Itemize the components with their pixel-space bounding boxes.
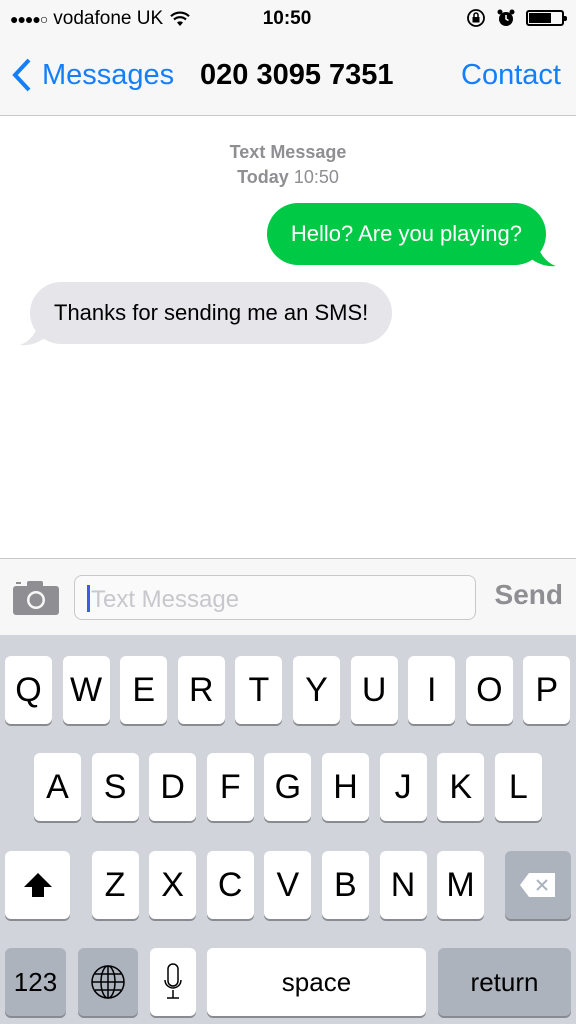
conversation-title: 020 3095 7351: [200, 59, 394, 91]
key-t[interactable]: T: [235, 656, 283, 724]
camera-icon[interactable]: [13, 580, 61, 616]
text-cursor: [87, 585, 90, 612]
key-y[interactable]: Y: [293, 656, 340, 724]
back-button[interactable]: Messages: [12, 58, 174, 92]
message-input[interactable]: Text Message: [74, 575, 476, 620]
timestamp-time: 10:50: [293, 167, 339, 187]
key-k[interactable]: K: [437, 753, 485, 821]
status-bar: ●●●●○ vodafone UK 10:50: [0, 0, 576, 40]
message-type-label: Text Message: [229, 142, 347, 162]
key-b[interactable]: B: [321, 851, 369, 919]
contact-button[interactable]: Contact: [461, 59, 561, 92]
backspace-icon: [520, 873, 555, 897]
key-s[interactable]: S: [91, 753, 139, 821]
key-n[interactable]: N: [379, 851, 427, 919]
key-u[interactable]: U: [350, 656, 398, 724]
globe-key[interactable]: [78, 948, 138, 1016]
key-m[interactable]: M: [437, 851, 485, 919]
key-d[interactable]: D: [149, 753, 197, 821]
space-key[interactable]: space: [207, 948, 426, 1016]
delete-key[interactable]: [505, 851, 571, 919]
shift-key[interactable]: [5, 851, 70, 919]
globe-icon: [91, 965, 125, 999]
chevron-left-icon: [12, 58, 31, 92]
keyboard: QWERTYUIOP ASDFGHJKL ZXCVBNM 123 space r…: [0, 635, 576, 1024]
dictation-key[interactable]: [150, 948, 196, 1016]
back-button-label: Messages: [42, 58, 175, 91]
key-r[interactable]: R: [177, 656, 225, 724]
key-l[interactable]: L: [494, 753, 542, 821]
key-q[interactable]: Q: [5, 656, 52, 724]
key-p[interactable]: P: [523, 656, 571, 724]
key-o[interactable]: O: [465, 656, 513, 724]
key-c[interactable]: C: [206, 851, 254, 919]
key-e[interactable]: E: [120, 656, 168, 724]
shift-arrow-icon: [23, 873, 52, 897]
key-f[interactable]: F: [206, 753, 254, 821]
numbers-key[interactable]: 123: [5, 948, 66, 1016]
key-i[interactable]: I: [408, 656, 456, 724]
clock: 10:50: [262, 8, 312, 29]
navigation-bar: Messages 020 3095 7351 Contact: [0, 40, 576, 116]
key-v[interactable]: V: [264, 851, 312, 919]
key-g[interactable]: G: [264, 753, 312, 821]
incoming-message-bubble[interactable]: Thanks for sending me an SMS!: [30, 282, 393, 344]
return-key[interactable]: return: [438, 948, 571, 1016]
key-x[interactable]: X: [149, 851, 197, 919]
message-composer: Text Message Send: [0, 558, 576, 635]
microphone-icon: [164, 963, 182, 999]
key-z[interactable]: Z: [91, 851, 139, 919]
timestamp-day: Today: [237, 167, 289, 187]
key-w[interactable]: W: [62, 656, 110, 724]
send-button[interactable]: Send: [495, 579, 563, 611]
rotation-lock-icon: [467, 9, 485, 27]
key-a[interactable]: A: [34, 753, 81, 821]
alarm-icon: [497, 9, 515, 26]
key-j[interactable]: J: [379, 753, 427, 821]
key-h[interactable]: H: [322, 753, 369, 821]
message-input-placeholder: Text Message: [91, 586, 240, 613]
battery-icon: [526, 10, 567, 26]
message-timestamp: Text Message Today 10:50: [0, 140, 576, 190]
outgoing-message-bubble[interactable]: Hello? Are you playing?: [266, 203, 546, 265]
